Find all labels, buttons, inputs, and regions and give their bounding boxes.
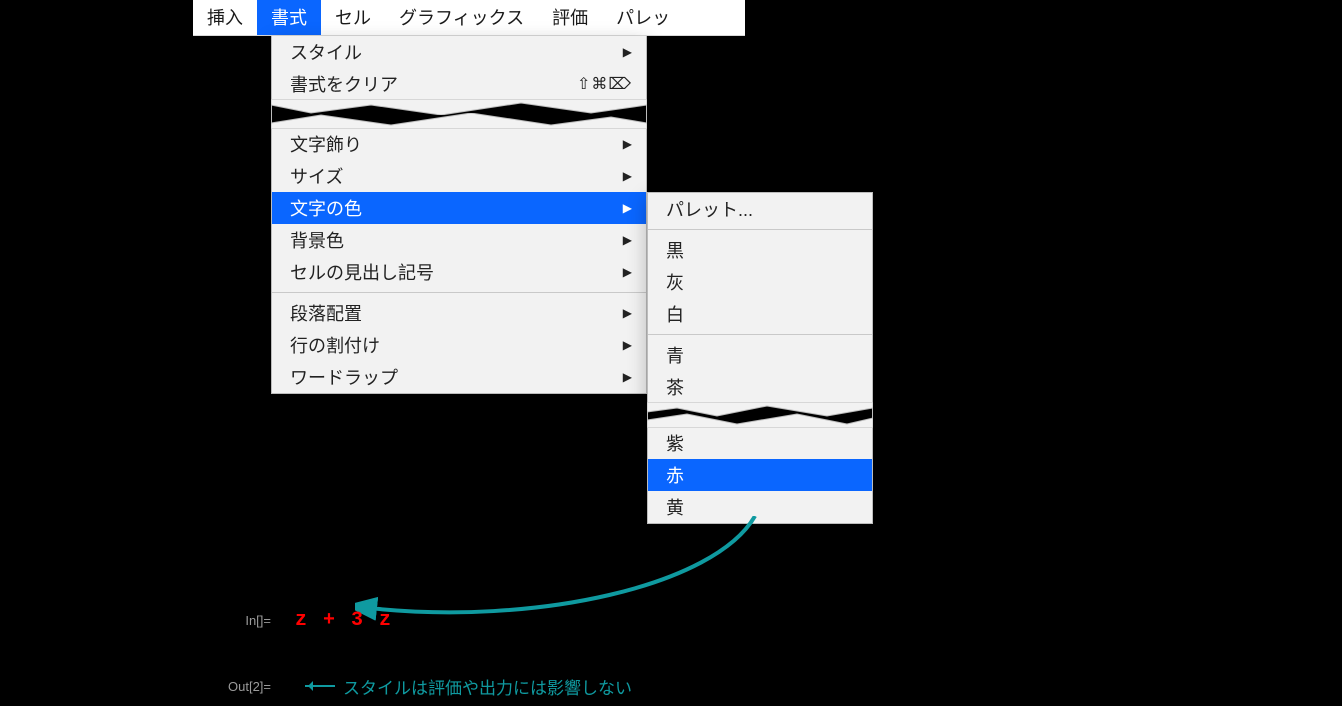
submenu-item-label: 青 — [666, 342, 684, 368]
menu-item-label: 書式をクリア — [290, 71, 577, 97]
menu-item-cell-dingbat[interactable]: セルの見出し記号 ▶ — [272, 256, 646, 288]
submenu-arrow-icon: ▶ — [623, 265, 632, 279]
submenu-item-label: 黄 — [666, 494, 684, 520]
menu-separator — [272, 292, 646, 293]
menu-item-style[interactable]: スタイル ▶ — [272, 36, 646, 68]
menu-evaluation[interactable]: 評価 — [538, 0, 602, 35]
menu-tear — [272, 100, 646, 128]
notebook-area: In[]= z + 3 z Out[2]= スタイルは評価や出力には影響しない — [155, 600, 875, 706]
menu-item-label: 行の割付け — [290, 332, 623, 358]
input-cell[interactable]: z + 3 z — [295, 609, 393, 632]
submenu-item-purple[interactable]: 紫 — [648, 427, 872, 459]
menu-tear — [648, 403, 872, 427]
submenu-item-black[interactable]: 黒 — [648, 234, 872, 266]
shortcut-text: ⇧⌘⌦ — [577, 74, 632, 94]
submenu-arrow-icon: ▶ — [623, 45, 632, 59]
submenu-item-gray[interactable]: 灰 — [648, 266, 872, 298]
submenu-item-brown[interactable]: 茶 — [648, 371, 872, 403]
arrow-left-icon — [305, 685, 335, 687]
menu-item-text-alignment[interactable]: 段落配置 ▶ — [272, 297, 646, 329]
submenu-item-blue[interactable]: 青 — [648, 339, 872, 371]
submenu-item-label: 白 — [666, 301, 684, 327]
menu-item-label: スタイル — [290, 39, 623, 65]
annotation-text: スタイルは評価や出力には影響しない — [343, 674, 632, 699]
submenu-arrow-icon: ▶ — [623, 233, 632, 247]
menu-item-label: 文字飾り — [290, 131, 623, 157]
menu-palettes[interactable]: パレッ — [602, 0, 684, 35]
menu-graphics[interactable]: グラフィックス — [385, 0, 538, 35]
submenu-item-label: パレット... — [666, 196, 753, 222]
submenu-arrow-icon: ▶ — [623, 306, 632, 320]
menu-format[interactable]: 書式 — [257, 0, 321, 35]
menu-item-label: サイズ — [290, 163, 623, 189]
in-label: In[]= — [155, 613, 295, 628]
menu-item-label: 段落配置 — [290, 300, 623, 326]
submenu-item-label: 灰 — [666, 269, 684, 295]
submenu-item-label: 赤 — [666, 462, 684, 488]
submenu-arrow-icon: ▶ — [623, 370, 632, 384]
menu-item-clear-format[interactable]: 書式をクリア ⇧⌘⌦ — [272, 68, 646, 100]
annotation-note: スタイルは評価や出力には影響しない — [305, 674, 632, 699]
menu-item-label: 背景色 — [290, 227, 623, 253]
submenu-item-red[interactable]: 赤 — [648, 459, 872, 491]
menu-separator — [648, 334, 872, 335]
submenu-arrow-icon: ▶ — [623, 169, 632, 183]
submenu-item-label: 茶 — [666, 374, 684, 400]
out-label: Out[2]= — [155, 679, 295, 694]
submenu-arrow-icon: ▶ — [623, 137, 632, 151]
submenu-arrow-icon: ▶ — [623, 338, 632, 352]
menubar: 挿入 書式 セル グラフィックス 評価 パレッ — [193, 0, 745, 36]
menu-item-text-justification[interactable]: 行の割付け ▶ — [272, 329, 646, 361]
menu-item-background-color[interactable]: 背景色 ▶ — [272, 224, 646, 256]
menu-item-size[interactable]: サイズ ▶ — [272, 160, 646, 192]
menu-item-word-wrap[interactable]: ワードラップ ▶ — [272, 361, 646, 393]
menu-item-font-decoration[interactable]: 文字飾り ▶ — [272, 128, 646, 160]
text-color-submenu: パレット... 黒 灰 白 青 茶 紫 赤 黄 — [647, 192, 873, 524]
menu-item-text-color[interactable]: 文字の色 ▶ — [272, 192, 646, 224]
menu-item-label: 文字の色 — [290, 195, 623, 221]
format-dropdown: スタイル ▶ 書式をクリア ⇧⌘⌦ 文字飾り ▶ サイズ ▶ 文字の色 ▶ — [271, 36, 647, 394]
menu-cell[interactable]: セル — [321, 0, 385, 35]
menu-insert[interactable]: 挿入 — [193, 0, 257, 35]
submenu-arrow-icon: ▶ — [623, 201, 632, 215]
menu-item-label: ワードラップ — [290, 364, 623, 390]
menu-item-label: セルの見出し記号 — [290, 259, 623, 285]
submenu-item-label: 黒 — [666, 237, 684, 263]
submenu-item-yellow[interactable]: 黄 — [648, 491, 872, 523]
submenu-item-palette[interactable]: パレット... — [648, 193, 872, 225]
menu-separator — [648, 229, 872, 230]
submenu-item-white[interactable]: 白 — [648, 298, 872, 330]
submenu-item-label: 紫 — [666, 430, 684, 456]
